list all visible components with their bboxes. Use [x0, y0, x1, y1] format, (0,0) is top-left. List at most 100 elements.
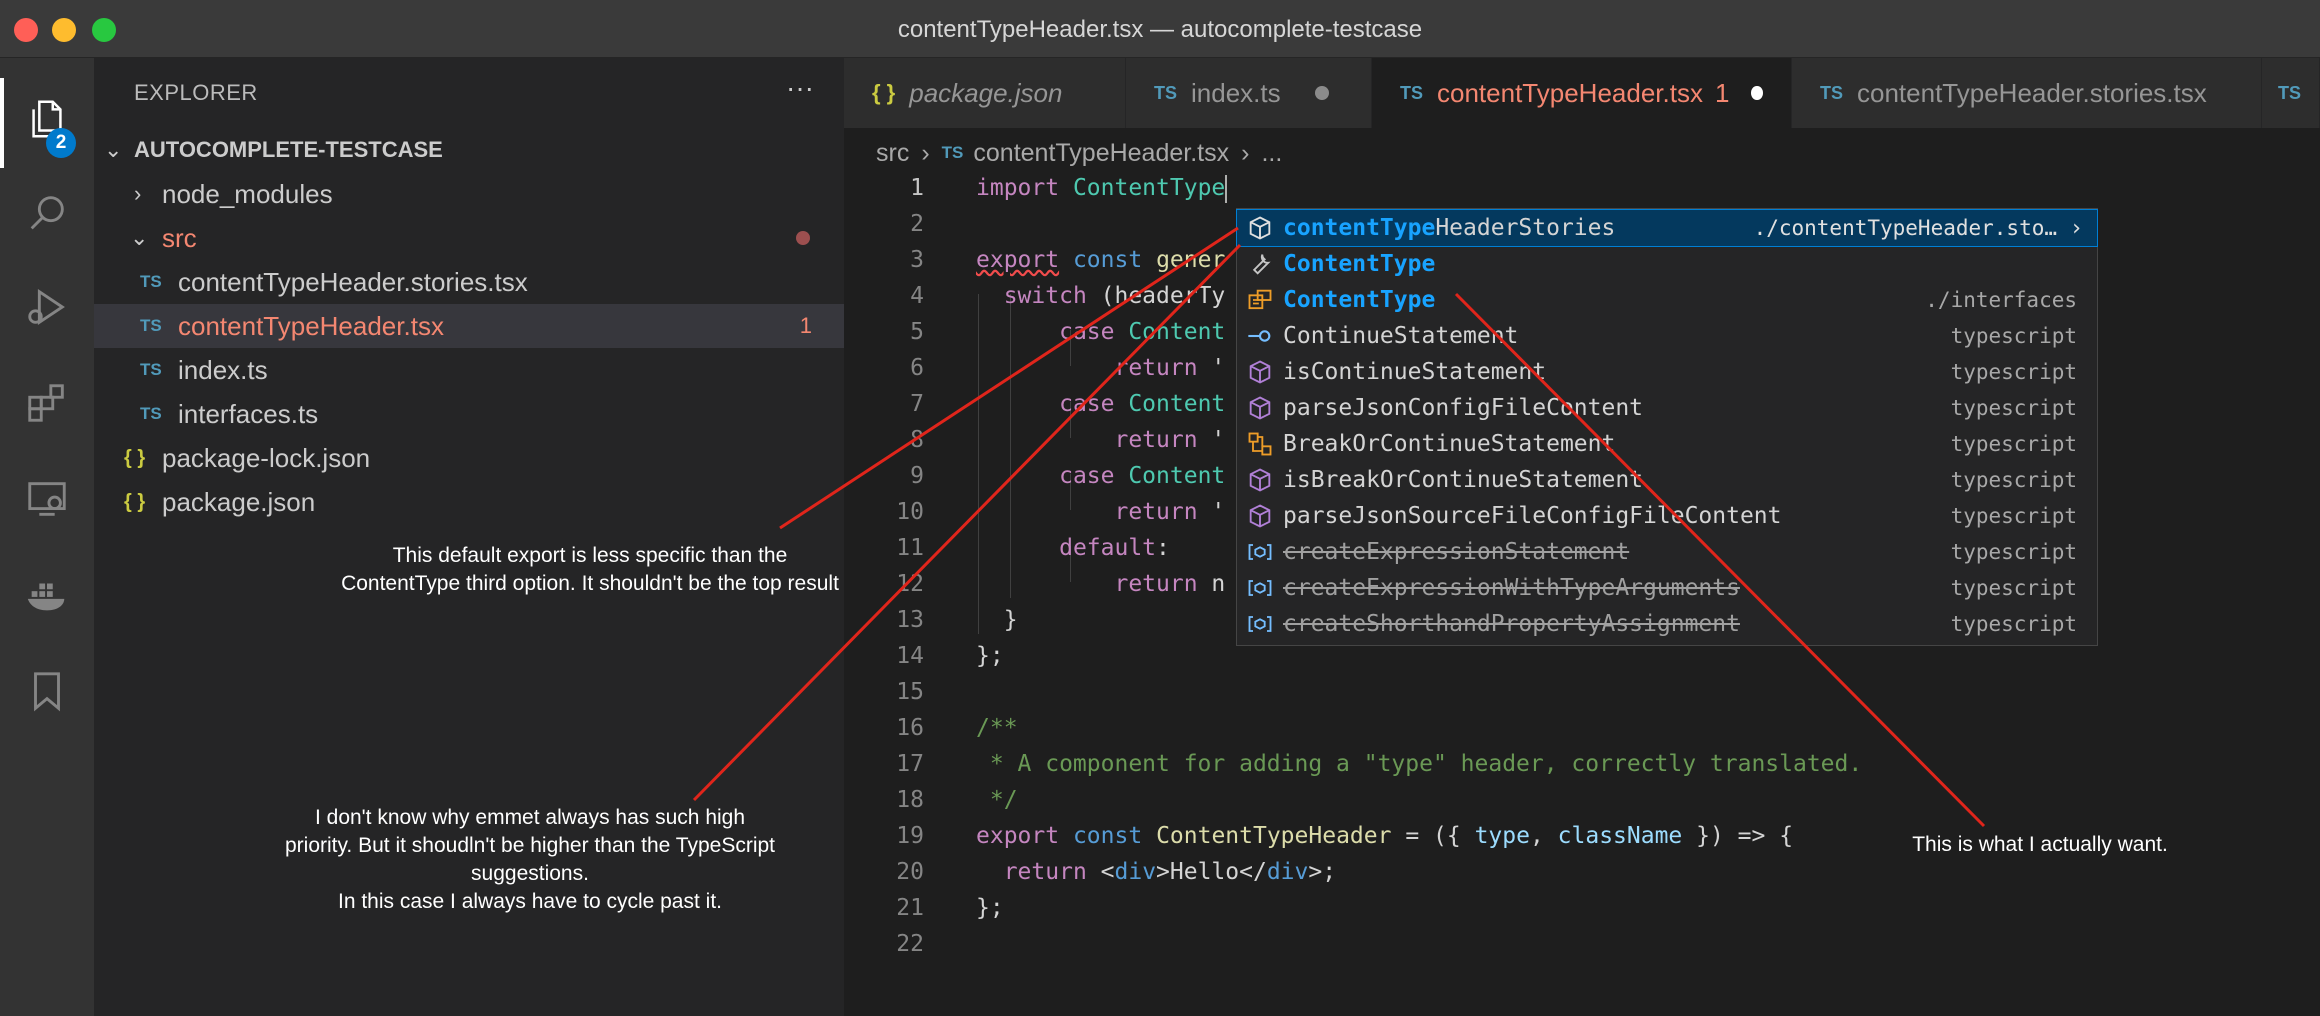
tree-item-label: src — [162, 222, 197, 253]
method-icon — [1245, 357, 1275, 387]
chevron-down-icon: ⌄ — [130, 225, 149, 250]
suggestion-detail: typescript — [1950, 396, 2077, 420]
suggestion-item[interactable]: createExpressionStatement typescript — [1237, 534, 2097, 570]
explorer-title: EXPLORER — [134, 80, 258, 105]
suggestion-item[interactable]: ContentType ./interfaces — [1237, 282, 2097, 318]
enum-icon — [1245, 285, 1275, 315]
editor-tabs: { } package.json TS index.ts TS contentT… — [844, 58, 2320, 128]
chevron-right-icon: › — [134, 181, 142, 206]
tree-item-package-lock[interactable]: { } package-lock.json — [94, 436, 844, 480]
text-cursor — [1225, 174, 1228, 203]
suggestion-label: parseJsonSourceFileConfigFileContent — [1283, 503, 1782, 529]
extensions-icon[interactable] — [20, 376, 74, 430]
problem-count: 1 — [799, 313, 812, 338]
suggestion-label: ContinueStatement — [1283, 323, 1519, 349]
code-line: 20 return <div>Hello</div>; — [896, 859, 1337, 885]
docker-icon[interactable] — [20, 568, 74, 622]
tab-overflow[interactable]: TS — [2262, 58, 2320, 128]
wrench-icon — [1245, 249, 1275, 279]
tree-item-package-json[interactable]: { } package.json — [94, 480, 844, 524]
tab-label: contentTypeHeader.stories.tsx — [1857, 77, 2207, 108]
chevron-right-icon: › — [1241, 138, 1250, 167]
search-icon[interactable] — [20, 186, 74, 240]
suggestion-label: contentTypeHeaderStories — [1283, 215, 1616, 241]
suggestion-item[interactable]: createExpressionWithTypeArguments typescr… — [1237, 570, 2097, 606]
tab-stories[interactable]: TS contentTypeHeader.stories.tsx — [1792, 58, 2262, 128]
code-line: 21}; — [896, 895, 1004, 921]
tree-item-src[interactable]: ⌄ src — [94, 216, 844, 260]
tree-item-index[interactable]: TS index.ts — [94, 348, 844, 392]
suggestion-label: parseJsonConfigFileContent — [1283, 395, 1644, 421]
tree-item-interfaces[interactable]: TS interfaces.ts — [94, 392, 844, 436]
variable-icon — [1245, 609, 1275, 639]
modified-dot — [796, 231, 810, 245]
tree-item-label: index.ts — [178, 354, 268, 385]
suggestion-item[interactable]: createShorthandPropertyAssignment typescr… — [1237, 606, 2097, 642]
suggestion-label: isBreakOrContinueStatement — [1283, 467, 1644, 493]
code-line: 15 — [896, 679, 924, 705]
suggestion-label: createShorthandPropertyAssignment — [1283, 611, 1740, 637]
tab-index-ts[interactable]: TS index.ts — [1126, 58, 1372, 128]
suggestion-label: isContinueStatement — [1283, 359, 1547, 385]
unsaved-dot[interactable] — [1751, 86, 1763, 100]
title-bar: contentTypeHeader.tsx — autocomplete-tes… — [0, 0, 2320, 58]
module-icon — [1245, 213, 1275, 243]
typescript-file-icon: TS — [140, 316, 162, 335]
suggestion-detail: ./interfaces — [1925, 288, 2077, 312]
suggestion-detail: typescript — [1950, 576, 2077, 600]
tree-item-content-type-header[interactable]: TS contentTypeHeader.tsx 1 — [94, 304, 844, 348]
suggestion-item[interactable]: ContinueStatement typescript — [1237, 318, 2097, 354]
remote-explorer-icon[interactable] — [20, 472, 74, 526]
breadcrumb-symbol[interactable]: ... — [1261, 139, 1282, 168]
suggestion-item[interactable]: parseJsonSourceFileConfigFileContent type… — [1237, 498, 2097, 534]
code-line: 17 * A component for adding a "type" hea… — [896, 751, 1863, 777]
unsaved-dot[interactable] — [1314, 86, 1329, 100]
suggestion-detail: typescript — [1950, 504, 2077, 528]
suggestion-label: createExpressionStatement — [1283, 539, 1630, 565]
chevron-right-icon: › — [921, 138, 930, 167]
active-indicator — [0, 78, 4, 168]
tree-item-label: contentTypeHeader.tsx — [178, 310, 444, 341]
suggestion-item[interactable]: ContentType — [1237, 246, 2097, 282]
more-actions-icon[interactable]: ··· — [786, 72, 814, 104]
suggestion-item[interactable]: BreakOrContinueStatement typescript — [1237, 426, 2097, 462]
suggestion-item[interactable]: isBreakOrContinueStatement typescript — [1237, 462, 2097, 498]
suggestion-detail: typescript — [1950, 324, 2077, 348]
suggestion-detail: typescript — [1950, 360, 2077, 384]
problem-count: 1 — [1714, 77, 1730, 108]
suggestion-widget: contentTypeHeaderStories ./contentTypeHea… — [1236, 208, 2098, 646]
suggestion-item[interactable]: contentTypeHeaderStories ./contentTypeHea… — [1236, 209, 2098, 247]
breadcrumb-file[interactable]: contentTypeHeader.tsx — [973, 139, 1229, 168]
bookmark-icon[interactable] — [20, 664, 74, 718]
code-line: 16/** — [896, 715, 1018, 741]
tab-label: package.json — [909, 77, 1063, 108]
suggestion-detail: typescript — [1950, 612, 2077, 636]
tab-label: index.ts — [1191, 77, 1281, 108]
run-debug-icon[interactable] — [20, 280, 74, 334]
read-more-icon[interactable]: › — [2070, 216, 2083, 241]
typescript-file-icon: TS — [1400, 82, 1424, 103]
code-line: 18 */ — [896, 787, 1018, 813]
typescript-file-icon: TS — [941, 143, 964, 162]
workspace-root[interactable]: ⌄ AUTOCOMPLETE-TESTCASE — [94, 128, 844, 172]
tree-item-node-modules[interactable]: › node_modules — [94, 172, 844, 216]
tab-package-json[interactable]: { } package.json — [844, 58, 1126, 128]
json-file-icon: { } — [124, 490, 146, 513]
suggestion-item[interactable]: isContinueStatement typescript — [1237, 354, 2097, 390]
code-line: 22 — [896, 931, 924, 957]
interface-icon — [1245, 321, 1275, 351]
suggestion-label: ContentType — [1283, 251, 1436, 277]
typescript-file-icon: TS — [1154, 82, 1178, 103]
tree-item-label: node_modules — [162, 178, 333, 209]
tree-item-label: contentTypeHeader.stories.tsx — [178, 266, 528, 297]
typescript-file-icon: TS — [1820, 82, 1844, 103]
workspace-root-label: AUTOCOMPLETE-TESTCASE — [134, 137, 443, 162]
suggestion-label: BreakOrContinueStatement — [1283, 431, 1616, 457]
suggestion-item[interactable]: parseJsonConfigFileContent typescript — [1237, 390, 2097, 426]
tab-content-type-header[interactable]: TS contentTypeHeader.tsx 1 — [1372, 58, 1792, 128]
typescript-file-icon: TS — [140, 360, 162, 379]
breadcrumb-folder[interactable]: src — [876, 139, 909, 168]
tree-item-stories[interactable]: TS contentTypeHeader.stories.tsx — [94, 260, 844, 304]
tab-label: contentTypeHeader.tsx — [1437, 77, 1703, 108]
variable-icon — [1245, 537, 1275, 567]
